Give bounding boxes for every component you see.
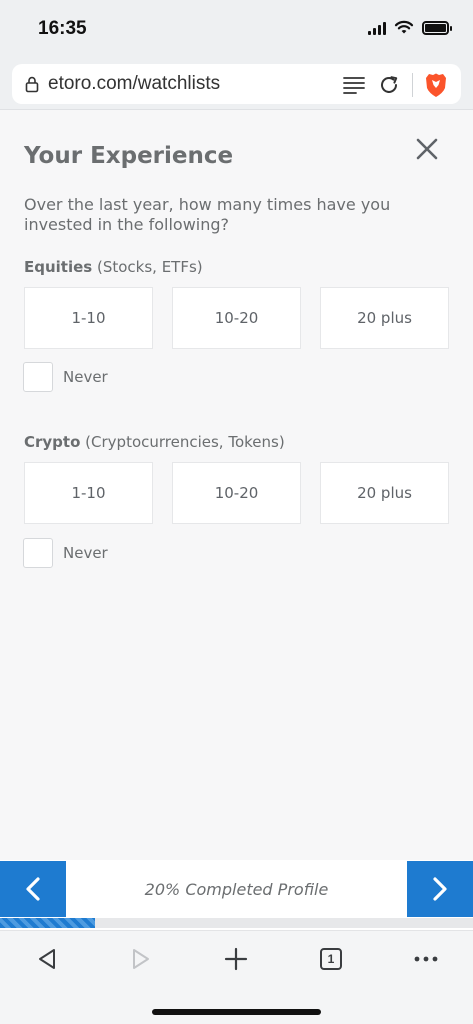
crypto-option-20-plus[interactable]: 20 plus: [320, 462, 449, 524]
wifi-icon: [394, 20, 414, 34]
lock-icon: [24, 75, 40, 93]
crypto-label: Crypto (Cryptocurrencies, Tokens): [24, 433, 285, 451]
cellular-signal-icon: [368, 21, 386, 35]
back-triangle-icon: [39, 949, 55, 969]
question-text: Over the last year, how many times have …: [24, 195, 391, 234]
browser-toolbar: 1: [0, 930, 473, 1024]
url-text: etoro.com/watchlists: [48, 73, 221, 94]
more-dots-icon: [414, 956, 438, 962]
status-time: 16:35: [38, 18, 87, 39]
reader-mode-icon[interactable]: [342, 75, 366, 95]
crypto-never-checkbox-row[interactable]: Never: [23, 538, 108, 568]
status-bar: 16:35: [0, 0, 473, 56]
toolbar-divider: [412, 73, 413, 97]
status-icons: [368, 20, 452, 35]
equities-never-checkbox[interactable]: [23, 362, 53, 392]
equities-label-detail: (Stocks, ETFs): [92, 258, 203, 276]
crypto-option-1-10[interactable]: 1-10: [24, 462, 153, 524]
progress-text: 20% Completed Profile: [144, 879, 329, 899]
equities-option-1-10[interactable]: 1-10: [24, 287, 153, 349]
close-icon[interactable]: [415, 137, 439, 161]
reload-icon[interactable]: [378, 74, 400, 96]
profile-progress-fill: [0, 918, 95, 928]
equities-label: Equities (Stocks, ETFs): [24, 258, 203, 276]
url-tools: [342, 72, 447, 98]
previous-step-button[interactable]: [0, 861, 66, 917]
equities-option-10-20[interactable]: 10-20: [172, 287, 301, 349]
browser-url-area: etoro.com/watchlists: [0, 56, 473, 110]
crypto-label-detail: (Cryptocurrencies, Tokens): [80, 433, 285, 451]
home-indicator: [152, 1009, 321, 1015]
forward-triangle-icon: [133, 949, 149, 969]
crypto-never-checkbox[interactable]: [23, 538, 53, 568]
equities-option-20-plus[interactable]: 20 plus: [320, 287, 449, 349]
more-menu-button[interactable]: [406, 945, 446, 973]
forward-button[interactable]: [121, 945, 161, 973]
page-title: Your Experience: [24, 143, 234, 169]
address-bar[interactable]: etoro.com/watchlists: [12, 64, 461, 104]
tabs-button[interactable]: 1: [311, 945, 351, 973]
crypto-option-10-20[interactable]: 10-20: [172, 462, 301, 524]
battery-icon: [422, 20, 452, 35]
next-step-button[interactable]: [407, 861, 473, 917]
chevron-left-icon: [26, 877, 40, 901]
chevron-right-icon: [433, 877, 447, 901]
crypto-label-bold: Crypto: [24, 433, 81, 451]
experience-panel: Your Experience Over the last year, how …: [0, 111, 473, 860]
brave-shields-icon[interactable]: [425, 72, 447, 98]
tab-count: 1: [320, 948, 342, 970]
back-button[interactable]: [27, 945, 67, 973]
new-tab-button[interactable]: [216, 945, 256, 973]
equities-never-checkbox-row[interactable]: Never: [23, 362, 108, 392]
profile-progress-bar: [0, 918, 473, 928]
equities-label-bold: Equities: [24, 258, 93, 276]
crypto-never-label: Never: [63, 544, 108, 562]
equities-never-label: Never: [63, 368, 108, 386]
plus-icon: [224, 947, 248, 971]
